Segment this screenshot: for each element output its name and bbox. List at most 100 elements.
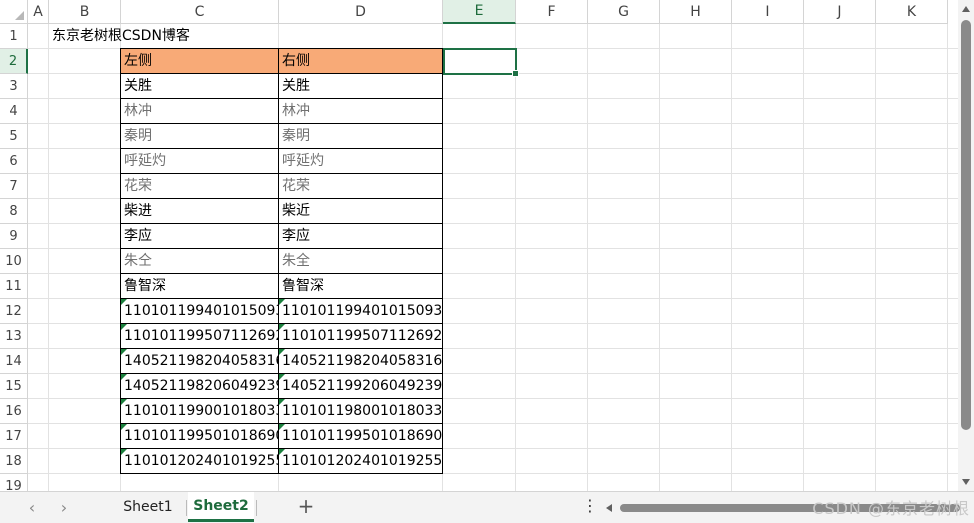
text-number-warning-icon[interactable] bbox=[121, 374, 127, 380]
text-number-warning-icon[interactable] bbox=[279, 374, 285, 380]
table-cell[interactable]: 柴进 bbox=[120, 199, 279, 224]
column-header-C[interactable]: C bbox=[121, 0, 279, 24]
table-cell[interactable]: 花荣 bbox=[279, 174, 443, 199]
row-header-8[interactable]: 8 bbox=[0, 199, 28, 224]
cell-text: 柴近 bbox=[282, 203, 310, 219]
text-number-warning-icon[interactable] bbox=[121, 299, 127, 305]
table-cell[interactable]: 呼延灼 bbox=[279, 149, 443, 174]
scroll-left-icon[interactable] bbox=[606, 504, 612, 512]
table-cell[interactable]: 关胜 bbox=[120, 74, 279, 99]
table-header-cell[interactable]: 左侧 bbox=[120, 48, 279, 74]
row-header-11[interactable]: 11 bbox=[0, 274, 28, 299]
text-number-warning-icon[interactable] bbox=[279, 424, 285, 430]
row-header-18[interactable]: 18 bbox=[0, 449, 28, 474]
table-cell[interactable]: 李应 bbox=[120, 224, 279, 249]
table-cell[interactable]: 110101202401019255 bbox=[120, 449, 279, 474]
spreadsheet-grid[interactable]: ABCDEFGHIJK 1 2 3 4 5 6 7 8 9 10 11 12 13 14 15 16 17 18 1… bbox=[0, 0, 958, 491]
cell-text: 140521198204058316 bbox=[124, 353, 279, 369]
row-header-14[interactable]: 14 bbox=[0, 349, 28, 374]
table-cell[interactable]: 140521198204058316 bbox=[120, 349, 279, 374]
vertical-scroll-thumb[interactable] bbox=[961, 20, 971, 430]
grid-line bbox=[515, 24, 516, 491]
text-number-warning-icon[interactable] bbox=[279, 399, 285, 405]
row-header-19[interactable]: 19 bbox=[0, 474, 28, 491]
tab-sheet1[interactable]: Sheet1 bbox=[112, 492, 184, 522]
table-cell[interactable]: 110101199507112692 bbox=[120, 324, 279, 349]
table-cell[interactable]: 140521199206049239 bbox=[279, 374, 443, 399]
cell-text: 鲁智深 bbox=[282, 278, 324, 294]
text-number-warning-icon[interactable] bbox=[279, 299, 285, 305]
column-header-I[interactable]: I bbox=[732, 0, 804, 24]
row-header-1[interactable]: 1 bbox=[0, 24, 28, 49]
scroll-down-icon[interactable] bbox=[962, 479, 970, 485]
select-all-corner[interactable] bbox=[0, 0, 28, 24]
row-header-15[interactable]: 15 bbox=[0, 374, 28, 399]
table-cell[interactable]: 110101199501018690 bbox=[279, 424, 443, 449]
column-header-H[interactable]: H bbox=[660, 0, 732, 24]
table-cell[interactable]: 花荣 bbox=[120, 174, 279, 199]
row-header-12[interactable]: 12 bbox=[0, 299, 28, 324]
table-cell[interactable]: 鲁智深 bbox=[279, 274, 443, 299]
table-cell[interactable]: 林冲 bbox=[120, 99, 279, 124]
row-header-3[interactable]: 3 bbox=[0, 74, 28, 99]
column-header-F[interactable]: F bbox=[516, 0, 588, 24]
table-cell[interactable]: 秦明 bbox=[120, 124, 279, 149]
text-number-warning-icon[interactable] bbox=[121, 424, 127, 430]
tab-sheet2[interactable]: Sheet2 bbox=[188, 492, 254, 522]
cell-text: 花荣 bbox=[124, 178, 152, 194]
text-number-warning-icon[interactable] bbox=[279, 449, 285, 455]
table-cell[interactable]: 关胜 bbox=[279, 74, 443, 99]
table-cell[interactable]: 秦明 bbox=[279, 124, 443, 149]
row-header-2[interactable]: 2 bbox=[0, 49, 28, 74]
text-number-warning-icon[interactable] bbox=[121, 449, 127, 455]
table-cell[interactable]: 110101199401015093 bbox=[279, 299, 443, 324]
more-options-icon[interactable]: ⋮ bbox=[582, 496, 598, 515]
row-header-17[interactable]: 17 bbox=[0, 424, 28, 449]
text-number-warning-icon[interactable] bbox=[121, 349, 127, 355]
row-header-13[interactable]: 13 bbox=[0, 324, 28, 349]
column-header-G[interactable]: G bbox=[588, 0, 660, 24]
cell-text: 110101199507112692 bbox=[124, 328, 279, 344]
table-cell[interactable]: 林冲 bbox=[279, 99, 443, 124]
text-number-warning-icon[interactable] bbox=[121, 324, 127, 330]
row-header-9[interactable]: 9 bbox=[0, 224, 28, 249]
table-cell[interactable]: 110101199401015093 bbox=[120, 299, 279, 324]
table-cell[interactable]: 140521198204058316 bbox=[279, 349, 443, 374]
text-number-warning-icon[interactable] bbox=[121, 399, 127, 405]
text-number-warning-icon[interactable] bbox=[279, 349, 285, 355]
column-header-B[interactable]: B bbox=[49, 0, 121, 24]
table-cell[interactable]: 110101198001018033 bbox=[279, 399, 443, 424]
column-header-K[interactable]: K bbox=[876, 0, 948, 24]
text-number-warning-icon[interactable] bbox=[279, 324, 285, 330]
vertical-scrollbar[interactable] bbox=[958, 0, 974, 491]
title-cell[interactable]: 东京老树根CSDN博客 bbox=[49, 24, 279, 49]
row-header-10[interactable]: 10 bbox=[0, 249, 28, 274]
row-header-6[interactable]: 6 bbox=[0, 149, 28, 174]
add-sheet-icon[interactable]: + bbox=[294, 494, 318, 518]
row-header-5[interactable]: 5 bbox=[0, 124, 28, 149]
table-cell[interactable]: 110101199001018033 bbox=[120, 399, 279, 424]
cell-text: 110101199401015093 bbox=[124, 303, 279, 319]
table-cell[interactable]: 110101202401019255 bbox=[279, 449, 443, 474]
table-cell[interactable]: 朱仝 bbox=[120, 249, 279, 274]
table-cell[interactable]: 140521198206049239 bbox=[120, 374, 279, 399]
column-header-J[interactable]: J bbox=[804, 0, 876, 24]
table-cell[interactable]: 朱全 bbox=[279, 249, 443, 274]
table-cell[interactable]: 呼延灼 bbox=[120, 149, 279, 174]
next-sheet-icon[interactable]: › bbox=[54, 497, 74, 517]
row-header-4[interactable]: 4 bbox=[0, 99, 28, 124]
column-header-E[interactable]: E bbox=[443, 0, 516, 24]
table-cell[interactable]: 柴近 bbox=[279, 199, 443, 224]
prev-sheet-icon[interactable]: ‹ bbox=[22, 497, 42, 517]
table-cell[interactable]: 110101199507112692 bbox=[279, 324, 443, 349]
table-header-cell[interactable]: 右侧 bbox=[279, 48, 443, 74]
column-header-D[interactable]: D bbox=[279, 0, 443, 24]
row-header-16[interactable]: 16 bbox=[0, 399, 28, 424]
scroll-up-icon[interactable] bbox=[962, 6, 970, 12]
active-cell-E2[interactable] bbox=[443, 48, 519, 77]
table-cell[interactable]: 鲁智深 bbox=[120, 274, 279, 299]
row-header-7[interactable]: 7 bbox=[0, 174, 28, 199]
table-cell[interactable]: 李应 bbox=[279, 224, 443, 249]
column-header-A[interactable]: A bbox=[28, 0, 49, 24]
table-cell[interactable]: 110101199501018690 bbox=[120, 424, 279, 449]
